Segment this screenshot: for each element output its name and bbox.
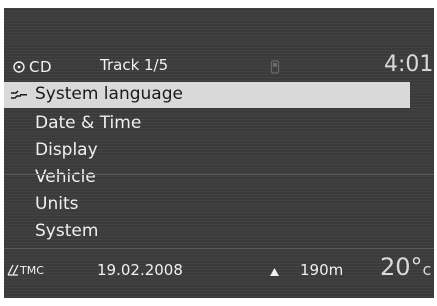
clock: 4:01: [384, 52, 434, 77]
divider-top: [4, 174, 434, 175]
menu-item-system-language[interactable]: System language: [4, 82, 410, 108]
date-display: 19.02.2008: [97, 261, 183, 279]
menu-item-label: Display: [35, 140, 98, 160]
audio-source-label: CD: [29, 58, 53, 76]
settings-wrench-icon: [11, 90, 27, 99]
temperature-value: 20°: [380, 253, 423, 281]
menu-item-label: Units: [35, 194, 79, 214]
display-screen: CD Track 1/5 4:01 System language Date &…: [4, 8, 434, 298]
menu-item-label: Vehicle: [35, 167, 96, 187]
altitude-display: 190m: [300, 261, 344, 279]
info-bar: TMC 19.02.2008 190m 20°c: [4, 249, 434, 298]
menu-item-vehicle[interactable]: Vehicle: [4, 165, 434, 191]
track-indicator: Track 1/5: [100, 56, 169, 74]
temperature-display: 20°c: [380, 253, 431, 281]
temperature-unit: c: [422, 260, 432, 279]
phone-icon: [270, 60, 280, 74]
mountain-icon: [270, 268, 279, 276]
tmc-label: TMC: [20, 264, 44, 277]
cd-disc-icon: [13, 61, 25, 73]
menu-item-label: System: [35, 221, 99, 241]
menu-item-label: System language: [35, 84, 183, 104]
menu-item-display[interactable]: Display: [4, 138, 434, 164]
status-bar: CD Track 1/5 4:01: [4, 8, 434, 80]
menu-item-date-time[interactable]: Date & Time: [4, 111, 434, 137]
tmc-road-icon: [7, 264, 19, 276]
menu-item-units[interactable]: Units: [4, 192, 434, 218]
menu-item-system[interactable]: System: [4, 219, 434, 245]
menu-item-label: Date & Time: [35, 113, 142, 133]
